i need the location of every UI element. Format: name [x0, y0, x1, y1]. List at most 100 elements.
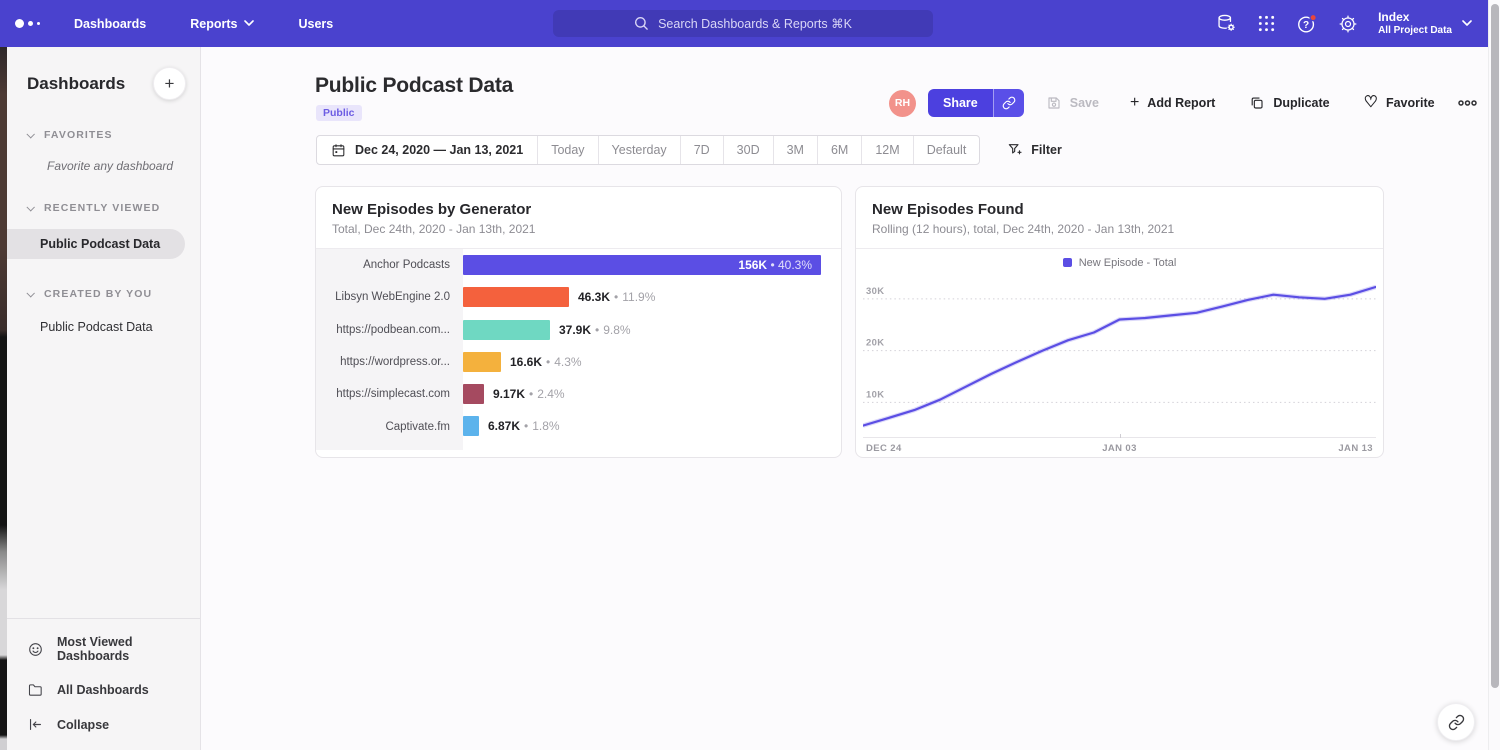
add-report-button[interactable]: + Add Report [1130, 95, 1215, 111]
bar[interactable]: 156K • 40.3% [463, 255, 821, 275]
preset-default[interactable]: Default [913, 136, 980, 164]
date-toolbar: Dec 24, 2020 — Jan 13, 2021 TodayYesterd… [316, 135, 1062, 165]
x-axis: DEC 24 JAN 03 JAN 13 [863, 437, 1376, 457]
sidebar-item-public-podcast-data[interactable]: Public Podcast Data [40, 320, 200, 334]
chevron-down-icon [26, 203, 34, 211]
preset-7d[interactable]: 7D [680, 136, 723, 164]
folder-icon [27, 681, 44, 698]
line-chart-subtitle: Rolling (12 hours), total, Dec 24th, 202… [872, 222, 1367, 236]
project-selector[interactable]: Index All Project Data [1378, 11, 1472, 36]
save-button[interactable]: Save [1046, 95, 1099, 111]
bar-rows: Anchor Podcasts156K • 40.3%Libsyn WebEng… [316, 249, 841, 450]
bar-category-label: Libsyn WebEngine 2.0 [316, 281, 463, 313]
nav-item-dashboards[interactable]: Dashboards [74, 17, 146, 31]
bar-category-label: https://simplecast.com [316, 378, 463, 410]
bar-chart-title: New Episodes by Generator [332, 201, 825, 218]
chevron-down-icon [26, 289, 34, 297]
bar-chart: Anchor Podcasts156K • 40.3%Libsyn WebEng… [316, 249, 841, 450]
x-tick-label-right: JAN 13 [1338, 443, 1373, 454]
project-name: Index [1378, 11, 1452, 25]
x-axis-tick [1120, 434, 1121, 438]
help-icon[interactable]: ? [1296, 13, 1318, 35]
sidebar-item-public-podcast-data-selected[interactable]: Public Podcast Data [7, 229, 185, 259]
bar-row: Anchor Podcasts156K • 40.3% [316, 249, 841, 281]
legend-swatch [1063, 258, 1072, 267]
bar[interactable] [463, 352, 501, 372]
preset-6m[interactable]: 6M [817, 136, 861, 164]
bar-value-label: 46.3K•11.9% [578, 287, 655, 307]
preset-3m[interactable]: 3M [773, 136, 817, 164]
section-favorites[interactable]: FAVORITES [27, 129, 200, 141]
link-icon [1448, 714, 1465, 731]
more-options-button[interactable] [1458, 99, 1477, 107]
notification-badge [1310, 14, 1316, 20]
chevron-down-icon [26, 130, 34, 138]
apps-grid-icon[interactable] [1257, 14, 1276, 33]
settings-gear-icon[interactable] [1338, 14, 1358, 34]
scrollbar-thumb[interactable] [1491, 4, 1499, 688]
legend-label: New Episode - Total [1079, 257, 1177, 269]
bar-value-label: 9.17K•2.4% [493, 384, 565, 404]
line-chart-title: New Episodes Found [872, 201, 1367, 218]
most-viewed-dashboards-button[interactable]: Most Viewed Dashboards [7, 626, 200, 672]
share-button-group: Share [928, 89, 1024, 117]
bar[interactable] [463, 287, 569, 307]
data-management-icon[interactable] [1216, 13, 1237, 34]
preset-yesterday[interactable]: Yesterday [598, 136, 680, 164]
bar-row: https://podbean.com...37.9K•9.8% [316, 314, 841, 346]
bar-row: https://simplecast.com 9.17K•2.4% [316, 378, 841, 410]
duplicate-button[interactable]: Duplicate [1249, 95, 1329, 111]
copy-link-floating-button[interactable] [1437, 703, 1475, 741]
collapse-icon [27, 716, 44, 733]
section-recently-viewed[interactable]: RECENTLY VIEWED [27, 202, 200, 214]
bar-row: https://wordpress.or...16.6K•4.3% [316, 346, 841, 378]
nav-item-users[interactable]: Users [298, 17, 333, 31]
favorites-empty-text: Favorite any dashboard [47, 159, 200, 173]
preset-30d[interactable]: 30D [723, 136, 773, 164]
header-actions: RH Share Save + Add Report Duplicate ♡ F… [889, 89, 1477, 117]
heart-icon: ♡ [1364, 95, 1378, 111]
search-icon [634, 16, 649, 31]
bar-row: Captivate.fm6.87K•1.8% [316, 410, 841, 442]
bar[interactable] [463, 320, 550, 340]
date-range-box: Dec 24, 2020 — Jan 13, 2021 TodayYesterd… [316, 135, 980, 165]
bar-category-label: https://podbean.com... [316, 314, 463, 346]
avatar[interactable]: RH [889, 90, 916, 117]
date-range-text: Dec 24, 2020 — Jan 13, 2021 [355, 143, 523, 157]
plus-icon: + [1130, 95, 1139, 111]
line-plot[interactable]: 10K20K30K [863, 274, 1376, 437]
page-title: Public Podcast Data [315, 74, 513, 98]
share-link-button[interactable] [993, 89, 1024, 117]
link-icon [1002, 96, 1016, 110]
chevron-down-icon [1462, 20, 1472, 27]
date-range-picker[interactable]: Dec 24, 2020 — Jan 13, 2021 [317, 136, 537, 164]
line-chart-card: New Episodes Found Rolling (12 hours), t… [855, 186, 1384, 458]
share-button[interactable]: Share [928, 89, 993, 117]
public-badge: Public [316, 105, 362, 121]
section-created-by-you[interactable]: CREATED BY YOU [27, 288, 200, 300]
y-tick-label: 30K [866, 286, 885, 297]
chevron-down-icon [244, 20, 254, 27]
bar[interactable] [463, 416, 479, 436]
duplicate-icon [1249, 95, 1265, 111]
svg-text:?: ? [1303, 20, 1309, 31]
x-tick-label-left: DEC 24 [866, 443, 902, 454]
new-dashboard-button[interactable]: + [153, 67, 186, 100]
filter-funnel-icon [1007, 142, 1023, 158]
scrollbar-track[interactable] [1488, 0, 1500, 750]
filter-button[interactable]: Filter [1007, 142, 1062, 158]
nav-item-reports[interactable]: Reports [190, 17, 254, 31]
bar[interactable] [463, 384, 484, 404]
dashboards-sidebar: Dashboards + FAVORITES Favorite any dash… [7, 47, 201, 750]
mixpanel-logo-icon[interactable] [15, 19, 40, 28]
bar-value-label: 6.87K•1.8% [488, 416, 560, 436]
x-tick-label-center: JAN 03 [1102, 443, 1137, 454]
bar-category-label: Anchor Podcasts [316, 249, 463, 281]
search-input[interactable]: Search Dashboards & Reports ⌘K [553, 10, 933, 37]
collapse-sidebar-button[interactable]: Collapse [7, 707, 200, 742]
favorite-button[interactable]: ♡ Favorite [1364, 95, 1435, 111]
all-dashboards-button[interactable]: All Dashboards [7, 672, 200, 707]
preset-today[interactable]: Today [537, 136, 597, 164]
bar-chart-card: New Episodes by Generator Total, Dec 24t… [315, 186, 842, 458]
preset-12m[interactable]: 12M [861, 136, 912, 164]
